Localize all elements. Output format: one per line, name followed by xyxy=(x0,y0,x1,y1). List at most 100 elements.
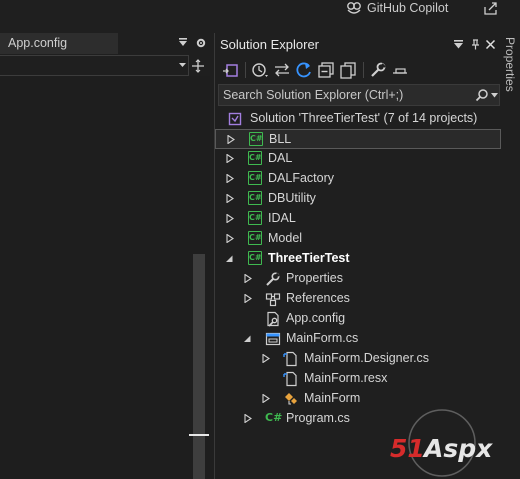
chevron-down-icon[interactable] xyxy=(178,60,187,69)
show-all-files-icon[interactable] xyxy=(339,61,357,79)
tree-item-label: App.config xyxy=(286,311,346,325)
preview-selected-items-icon[interactable] xyxy=(391,61,409,79)
tree-item-label: MainForm.Designer.cs xyxy=(304,351,430,365)
wrench-icon xyxy=(266,272,280,286)
csharp-file-icon: C# xyxy=(265,411,283,424)
toolbar-separator xyxy=(363,62,364,78)
search-input[interactable] xyxy=(223,87,463,103)
solution-node[interactable]: Solution 'ThreeTierTest' (7 of 14 projec… xyxy=(215,109,501,129)
expand-arrow-icon[interactable] xyxy=(244,274,252,283)
solution-explorer-header: Solution Explorer xyxy=(215,33,501,56)
csharp-project-icon: C# xyxy=(248,251,264,267)
tree-item-label: Program.cs xyxy=(286,411,350,425)
pending-changes-filter-icon[interactable] xyxy=(251,61,269,79)
editor-tab-label: App.config xyxy=(8,36,68,50)
tree-item-label: BLL xyxy=(269,132,292,146)
expand-arrow-icon[interactable] xyxy=(226,214,234,223)
tree-item-mainform-resx[interactable]: MainForm.resx xyxy=(215,369,501,389)
tree-item-bll[interactable]: C# BLL xyxy=(215,129,501,149)
solution-explorer-toolbar xyxy=(215,58,501,82)
tree-item-label: References xyxy=(286,291,350,305)
collapse-all-icon[interactable] xyxy=(317,61,335,79)
search-icon[interactable] xyxy=(475,88,489,102)
tree-item-idal[interactable]: C# IDAL xyxy=(215,209,501,229)
tree-item-mainform-cs[interactable]: MainForm.cs xyxy=(215,329,501,349)
svg-text:51: 51 xyxy=(390,434,425,463)
csharp-project-icon: C# xyxy=(248,231,264,247)
expand-arrow-icon[interactable] xyxy=(226,234,234,243)
solution-explorer-title: Solution Explorer xyxy=(220,37,319,52)
expand-arrow-icon[interactable] xyxy=(244,294,252,303)
references-icon xyxy=(265,293,281,307)
class-icon xyxy=(285,393,297,405)
gear-icon[interactable] xyxy=(196,38,206,48)
close-icon[interactable] xyxy=(485,39,496,50)
collapse-arrow-icon[interactable] xyxy=(243,334,251,343)
tree-item-dalfactory[interactable]: C# DALFactory xyxy=(215,169,501,189)
tree-item-dbutility[interactable]: C# DBUtility xyxy=(215,189,501,209)
expand-arrow-icon[interactable] xyxy=(262,394,270,403)
resx-file-icon xyxy=(283,371,297,387)
code-editor[interactable] xyxy=(0,76,189,479)
wrench-icon[interactable] xyxy=(369,61,387,79)
expand-arrow-icon[interactable] xyxy=(226,174,234,183)
window-position-dropdown-icon[interactable] xyxy=(453,39,464,50)
csharp-project-icon: C# xyxy=(248,191,264,207)
solution-explorer-search[interactable] xyxy=(218,84,500,106)
tree-item-label: Properties xyxy=(286,271,343,285)
csharp-project-icon: C# xyxy=(249,132,265,148)
csharp-file-icon xyxy=(283,351,297,367)
expand-arrow-icon[interactable] xyxy=(244,414,252,423)
copilot-icon xyxy=(347,2,361,14)
tree-item-app-config[interactable]: App.config xyxy=(215,309,501,329)
tree-item-label: DAL xyxy=(268,151,293,165)
properties-side-tab[interactable]: Properties xyxy=(503,35,517,115)
share-icon[interactable] xyxy=(483,1,499,15)
switch-views-icon[interactable] xyxy=(221,61,239,79)
scrollbar-position-marker xyxy=(189,434,209,436)
tab-list-dropdown-icon[interactable] xyxy=(178,37,188,47)
tree-item-label: IDAL xyxy=(268,211,296,225)
split-editor-icon[interactable] xyxy=(191,59,205,73)
collapse-arrow-icon[interactable] xyxy=(225,254,233,263)
solution-label: Solution 'ThreeTierTest' (7 of 14 projec… xyxy=(250,111,478,125)
sync-with-active-document-icon[interactable] xyxy=(273,61,291,79)
editor-scrollbar[interactable] xyxy=(189,76,210,479)
chevron-down-icon[interactable] xyxy=(491,93,498,98)
tree-item-label: DBUtility xyxy=(268,191,316,205)
title-bar: GitHub Copilot xyxy=(0,0,520,33)
svg-text:Aspx: Aspx xyxy=(422,434,493,463)
refresh-icon[interactable] xyxy=(295,61,313,79)
csharp-project-icon: C# xyxy=(248,171,264,187)
tree-item-threetiertest[interactable]: C# ThreeTierTest xyxy=(215,249,501,269)
solution-icon xyxy=(228,112,242,126)
tree-item-label: MainForm.cs xyxy=(286,331,359,345)
tree-item-model[interactable]: C# Model xyxy=(215,229,501,249)
expand-arrow-icon[interactable] xyxy=(227,135,235,144)
toolbar-separator xyxy=(245,62,246,78)
editor-tab-app-config[interactable]: App.config xyxy=(0,33,118,54)
expand-arrow-icon[interactable] xyxy=(226,154,234,163)
tree-item-label: Model xyxy=(268,231,303,245)
tree-item-label: MainForm xyxy=(304,391,361,405)
config-file-icon xyxy=(267,311,279,327)
properties-side-tab-label: Properties xyxy=(503,37,517,92)
pin-icon[interactable] xyxy=(470,39,481,50)
tree-item-label: DALFactory xyxy=(268,171,334,185)
csharp-project-icon: C# xyxy=(248,151,264,167)
csharp-project-icon: C# xyxy=(248,211,264,227)
tree-item-label: ThreeTierTest xyxy=(268,251,350,265)
tree-item-mainform-designer-cs[interactable]: MainForm.Designer.cs xyxy=(215,349,501,369)
watermark-logo: 51 Aspx xyxy=(390,409,493,477)
tree-item-dal[interactable]: C# DAL xyxy=(215,149,501,169)
tree-item-label: MainForm.resx xyxy=(304,371,388,385)
github-copilot-button[interactable]: GitHub Copilot xyxy=(346,0,448,16)
expand-arrow-icon[interactable] xyxy=(226,194,234,203)
copilot-label: GitHub Copilot xyxy=(367,1,449,15)
form-icon xyxy=(265,332,281,346)
scrollbar-thumb[interactable] xyxy=(193,254,205,479)
tree-item-properties[interactable]: Properties xyxy=(215,269,501,289)
expand-arrow-icon[interactable] xyxy=(262,354,270,363)
tree-item-references[interactable]: References xyxy=(215,289,501,309)
navigation-bar[interactable] xyxy=(0,55,189,76)
